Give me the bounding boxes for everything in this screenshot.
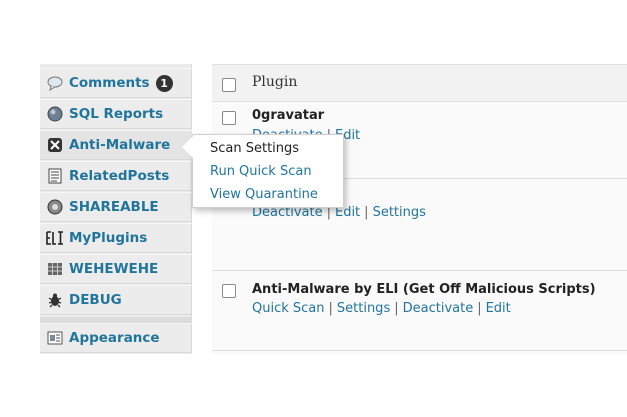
eli-logo-icon (46, 229, 64, 247)
action-separator: | (394, 301, 399, 316)
sidebar-item-label: Anti-Malware (69, 137, 171, 153)
row-checkbox[interactable] (222, 284, 236, 298)
sidebar-item-label: RelatedPosts (69, 168, 170, 184)
edit-link[interactable]: Edit (486, 301, 511, 316)
action-separator: | (477, 301, 482, 316)
sidebar-item-label: Appearance (69, 330, 160, 346)
shareable-icon (46, 198, 64, 216)
sidebar-item-label: SQL Reports (69, 106, 164, 122)
anti-malware-icon (46, 136, 64, 154)
sidebar-item-relatedposts[interactable]: RelatedPosts (40, 161, 192, 191)
column-header-plugin: Plugin (252, 74, 298, 90)
plugins-table: Plugin 0gravatar Deactivate|Edit Deactiv… (212, 64, 627, 354)
plugin-actions: Quick Scan | Settings | Deactivate | Edit (252, 301, 511, 316)
grid-icon (46, 260, 64, 278)
sidebar-item-sql-reports[interactable]: SQL Reports (40, 99, 192, 129)
sidebar-item-label: SHAREABLE (69, 199, 159, 215)
sidebar-item-label: MyPlugins (69, 230, 148, 246)
sidebar-item-wehewehe[interactable]: WEHEWEHE (40, 254, 192, 284)
action-separator: | (364, 205, 369, 220)
comments-icon (46, 74, 64, 92)
table-header: Plugin (212, 64, 627, 102)
related-posts-icon (46, 167, 64, 185)
settings-link[interactable]: Settings (337, 301, 390, 316)
sidebar-item-anti-malware[interactable]: Anti-Malware (40, 130, 192, 160)
admin-sidebar: Comments 1 SQL Reports Anti-Malware Rela… (40, 64, 192, 354)
bug-icon (46, 291, 64, 309)
comment-count-badge: 1 (155, 74, 173, 92)
row-divider (212, 350, 627, 351)
row-checkbox[interactable] (222, 111, 236, 125)
submenu-item-run-quick-scan[interactable]: Run Quick Scan (193, 160, 343, 183)
submenu-item-scan-settings[interactable]: Scan Settings (193, 137, 343, 160)
plugin-name: Anti-Malware by ELI (Get Off Malicious S… (252, 282, 596, 297)
anti-malware-submenu: Scan Settings Run Quick Scan View Quaran… (192, 134, 344, 208)
sidebar-item-appearance[interactable]: Appearance (40, 323, 192, 353)
plugin-name: 0gravatar (252, 108, 325, 123)
quick-scan-link[interactable]: Quick Scan (252, 301, 325, 316)
sidebar-item-debug[interactable]: DEBUG (40, 285, 192, 315)
row-divider (212, 270, 627, 271)
deactivate-link[interactable]: Deactivate (403, 301, 474, 316)
sidebar-item-comments[interactable]: Comments 1 (40, 68, 192, 98)
sidebar-item-label: Comments (69, 75, 150, 91)
submenu-item-view-quarantine[interactable]: View Quarantine (193, 183, 343, 206)
appearance-icon (46, 329, 64, 347)
submenu-pointer-arrow (182, 136, 193, 158)
action-separator: | (328, 301, 333, 316)
sidebar-item-label: DEBUG (69, 292, 122, 308)
sidebar-item-label: WEHEWEHE (69, 261, 159, 277)
sidebar-item-shareable[interactable]: SHAREABLE (40, 192, 192, 222)
settings-link[interactable]: Settings (373, 205, 426, 220)
select-all-checkbox[interactable] (222, 78, 236, 92)
database-icon (46, 105, 64, 123)
sidebar-item-myplugins[interactable]: MyPlugins (40, 223, 192, 253)
